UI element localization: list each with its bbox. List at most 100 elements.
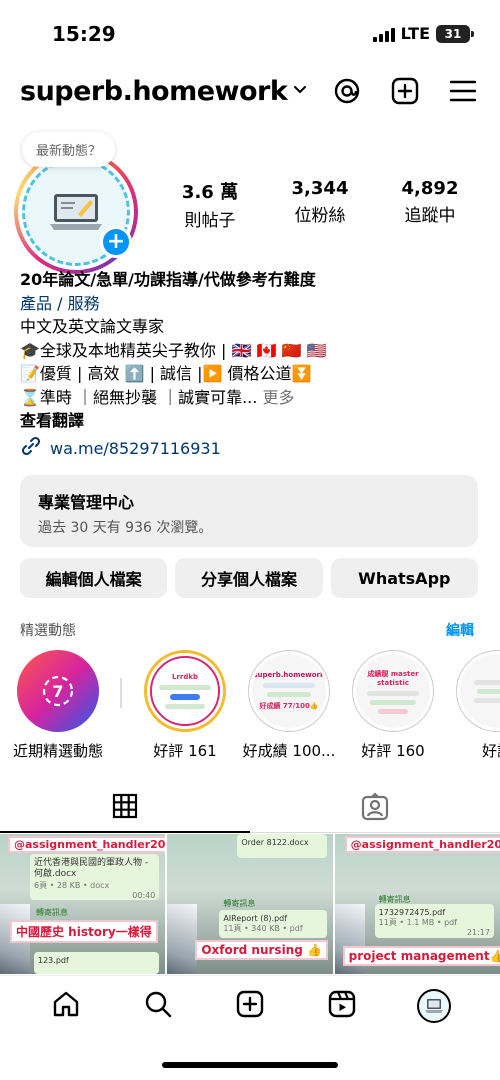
post-file-name: 123.pdf: [38, 956, 69, 965]
menu-icon[interactable]: [448, 76, 478, 106]
post-file-name: 1732972475.pdf: [378, 908, 446, 917]
threads-icon[interactable]: [332, 76, 362, 106]
highlight-item[interactable]: Lrrdkb 好評 161: [133, 650, 237, 760]
post-handle: @assignment_handler2020: [8, 836, 166, 853]
highlight-circle: 7: [17, 650, 99, 732]
bio-line-truncated: ⌛準時 ｜絕無抄襲 ｜誠實可靠... 更多: [20, 386, 480, 410]
highlight-item[interactable]: 好評: [445, 650, 500, 760]
highlight-label: 近期精選動態: [12, 742, 103, 760]
see-translation-link[interactable]: 查看翻譯: [20, 409, 480, 433]
bio-category[interactable]: 產品 / 服務: [20, 292, 480, 316]
post-file-card: 1732972475.pdf 11頁 • 1.1 MB • pdf 21:17: [374, 904, 494, 938]
post-file-name: Order 8122.docx: [241, 838, 309, 847]
top-nav: superb.homework: [0, 70, 500, 120]
post-file-meta: 11頁 • 340 KB • pdf: [223, 924, 303, 933]
highlight-circle: superb.homework 好成績 77/100👍: [248, 650, 330, 732]
link-icon: [20, 435, 42, 464]
grid-icon: [111, 792, 139, 824]
highlights-divider: [120, 678, 122, 708]
home-icon: [51, 989, 81, 1023]
username: superb.homework: [20, 76, 288, 107]
nav-search[interactable]: [138, 986, 178, 1026]
highlight-label: 好評 160: [361, 742, 425, 760]
post-file-name: 近代香港與民國的軍政人物 - 何啟.docx: [34, 858, 149, 879]
highlights-edit-button[interactable]: 編輯: [446, 620, 474, 640]
post-message-card: 近代香港與民國的軍政人物 - 何啟.docx 6頁 • 28 KB • docx…: [30, 854, 160, 900]
tab-tagged[interactable]: [250, 785, 500, 833]
post-thumbnail[interactable]: Order 8122.docx 轉寄訊息 AIReport (8).pdf 11…: [167, 834, 333, 974]
chevron-down-icon: [293, 82, 307, 101]
highlight-badge-text: 7: [52, 682, 63, 701]
post-time: 00:40: [132, 891, 156, 900]
search-icon: [143, 989, 173, 1023]
stat-number: 3.6 萬: [181, 182, 239, 203]
battery-level: 31: [444, 26, 462, 41]
bottom-nav: [0, 975, 500, 1035]
more-link[interactable]: 更多: [262, 388, 294, 407]
highlight-item[interactable]: 成績靚 master statistic 好評 160: [341, 650, 445, 760]
highlight-circle: [456, 650, 500, 732]
reels-icon: [327, 989, 357, 1023]
bio-line: ⌛準時 ｜絕無抄襲 ｜誠實可靠...: [20, 387, 258, 407]
dashboard-title: 專業管理中心: [38, 493, 135, 512]
nav-create[interactable]: [230, 986, 270, 1026]
bio-external-link[interactable]: wa.me/85297116931: [20, 435, 480, 464]
highlight-circle: Lrrdkb: [144, 650, 226, 732]
post-thumbnail[interactable]: @assignment_handler2020 轉寄訊息 1732972475.…: [334, 834, 500, 974]
highlights-title: 精選動態: [20, 623, 76, 639]
post-time: 21:17: [466, 928, 490, 937]
share-profile-button[interactable]: 分享個人檔案: [175, 558, 323, 598]
highlight-item[interactable]: superb.homework 好成績 77/100👍 好成績 100...: [237, 650, 341, 760]
nav-reels[interactable]: [322, 986, 362, 1026]
professional-dashboard[interactable]: 專業管理中心 過去 30 天有 936 次瀏覽。: [20, 475, 478, 547]
post-message-card: Order 8122.docx: [237, 834, 327, 858]
highlights-row: 7 近期精選動態 Lrrdkb 好評 161 superb.homework 好…: [0, 650, 500, 760]
stat-label: 則帖子: [184, 211, 236, 231]
post-handle: @assignment_handler2020: [344, 836, 500, 853]
dashboard-subtitle: 過去 30 天有 936 次瀏覽。: [38, 520, 213, 536]
post-forward-label: 轉寄訊息: [36, 908, 68, 917]
post-file-meta: 6頁 • 28 KB • docx: [34, 881, 110, 890]
plus-square-icon: [235, 989, 265, 1023]
status-time: 15:29: [52, 22, 116, 46]
post-background: [167, 904, 198, 974]
profile-actions: 編輯個人檔案 分享個人檔案 WhatsApp: [20, 558, 478, 598]
display-name: 20年論文/急單/功課指導/代做參考冇難度: [20, 270, 316, 289]
signal-icon: [372, 26, 395, 42]
link-text: wa.me/85297116931: [50, 439, 221, 458]
tab-posts-grid[interactable]: [0, 785, 250, 833]
create-post-icon[interactable]: [390, 76, 420, 106]
post-forward-label: 轉寄訊息: [223, 899, 256, 908]
bio-line: 📝優質 | 高效 ⬆️ | 誠信 |▶️ 價格公道⏬: [20, 364, 312, 383]
whatsapp-button[interactable]: WhatsApp: [330, 558, 478, 598]
stat-number: 4,892: [401, 178, 459, 199]
posts-grid: @assignment_handler2020 近代香港與民國的軍政人物 - 何…: [0, 834, 500, 974]
post-file-meta: 11頁 • 1.1 MB • pdf: [378, 918, 458, 927]
nav-profile[interactable]: [414, 986, 454, 1026]
tagged-person-icon: [360, 792, 390, 826]
stat-following[interactable]: 4,892 追蹤中: [380, 178, 480, 231]
stat-posts[interactable]: 3.6 萬 則帖子: [160, 178, 260, 231]
account-switcher[interactable]: superb.homework: [20, 76, 307, 107]
post-thumbnail[interactable]: @assignment_handler2020 近代香港與民國的軍政人物 - 何…: [0, 834, 166, 974]
bio: 20年論文/急單/功課指導/代做參考冇難度 產品 / 服務 中文及英文論文專家 …: [20, 268, 480, 463]
highlight-recent[interactable]: 7 近期精選動態: [6, 650, 110, 760]
add-story-icon[interactable]: +: [100, 226, 132, 258]
post-file-card: AIReport (8).pdf 11頁 • 340 KB • pdf: [219, 910, 327, 938]
highlight-art-text: superb.homework: [253, 671, 325, 679]
nav-home[interactable]: [46, 986, 86, 1026]
bio-line: 中文及英文論文專家: [20, 317, 165, 336]
highlight-label: 好評 161: [153, 742, 217, 760]
profile-stats: 3.6 萬 則帖子 3,344 位粉絲 4,892 追蹤中: [160, 178, 480, 231]
bio-line: 🎓全球及本地精英尖子教你 | 🇬🇧 🇨🇦 🇨🇳 🇺🇸: [20, 340, 327, 360]
profile-tabs: [0, 785, 500, 833]
status-indicators: LTE 31: [372, 24, 474, 43]
edit-profile-button[interactable]: 編輯個人檔案: [20, 558, 168, 598]
highlight-art-text: Lrrdkb: [171, 673, 199, 681]
note-bubble[interactable]: 最新動態？: [22, 132, 116, 167]
post-file-card: 123.pdf: [34, 952, 160, 974]
recent-highlights-icon: 7: [42, 675, 74, 707]
highlight-art-text: 好成績 77/100👍: [259, 702, 319, 710]
stat-followers[interactable]: 3,344 位粉絲: [270, 178, 370, 231]
post-caption: 中國歷史 history一樣得: [10, 920, 158, 943]
